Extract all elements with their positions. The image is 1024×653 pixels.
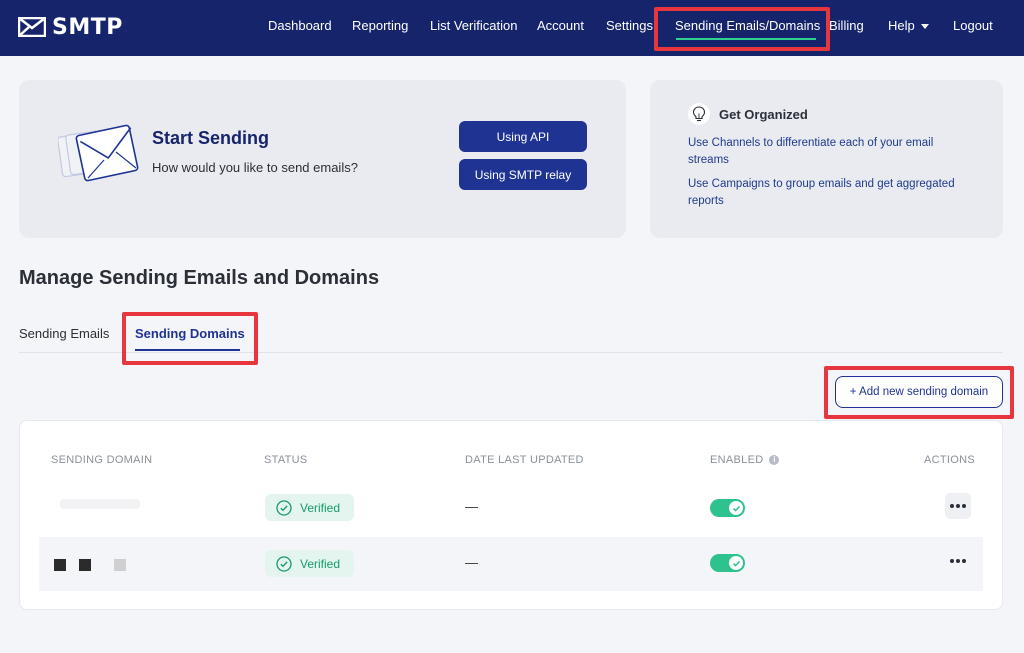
redacted-domain	[60, 499, 140, 509]
nav-list-verification[interactable]: List Verification	[430, 18, 517, 33]
nav-help-label: Help	[888, 18, 915, 33]
campaigns-link[interactable]: Use Campaigns to group emails and get ag…	[688, 176, 958, 210]
enabled-toggle[interactable]	[710, 554, 745, 572]
tab-sending-emails[interactable]: Sending Emails	[19, 326, 109, 341]
lightbulb-icon	[688, 103, 710, 125]
redacted-block	[114, 559, 126, 571]
date-last-updated: —	[465, 499, 478, 514]
header-enabled-label: ENABLED	[710, 454, 764, 466]
nav-logout[interactable]: Logout	[953, 18, 993, 33]
brand-logo[interactable]: SMTP	[18, 12, 123, 42]
highlight-tab-box	[122, 312, 258, 365]
using-smtp-relay-button[interactable]: Using SMTP relay	[459, 159, 587, 190]
date-last-updated: —	[465, 555, 478, 570]
info-icon[interactable]: i	[769, 455, 780, 466]
redacted-block	[54, 559, 66, 571]
channels-link[interactable]: Use Channels to differentiate each of yo…	[688, 135, 958, 169]
status-badge: Verified	[265, 494, 354, 521]
page-title: Manage Sending Emails and Domains	[19, 267, 380, 289]
enabled-toggle[interactable]	[710, 499, 745, 517]
table-row	[39, 537, 983, 591]
using-api-button[interactable]: Using API	[459, 121, 587, 152]
start-sending-subtitle: How would you like to send emails?	[152, 160, 358, 175]
get-organized-title: Get Organized	[719, 107, 808, 122]
nav-help[interactable]: Help	[888, 18, 929, 33]
envelopes-illustration-icon	[58, 124, 139, 182]
chevron-down-icon	[920, 24, 929, 30]
toggle-check-icon	[729, 501, 743, 515]
nav-account[interactable]: Account	[537, 18, 584, 33]
nav-billing[interactable]: Billing	[829, 18, 864, 33]
header-enabled: ENABLED i	[710, 454, 780, 466]
check-circle-icon	[276, 555, 292, 572]
status-text: Verified	[300, 500, 341, 515]
more-actions-button[interactable]	[945, 548, 971, 574]
nav-reporting[interactable]: Reporting	[352, 18, 408, 33]
header-status: STATUS	[264, 454, 308, 466]
toggle-check-icon	[729, 556, 743, 570]
brand-name: SMTP	[52, 14, 123, 40]
more-actions-button[interactable]	[945, 493, 971, 519]
header-actions: ACTIONS	[924, 454, 975, 466]
header-sending-domain: SENDING DOMAIN	[51, 454, 153, 466]
top-nav: SMTP Dashboard Reporting List Verificati…	[0, 0, 1024, 56]
highlight-add-button-box	[824, 366, 1014, 419]
envelope-logo-icon	[18, 17, 46, 37]
status-badge: Verified	[265, 550, 354, 577]
nav-dashboard[interactable]: Dashboard	[268, 18, 332, 33]
redacted-block	[79, 559, 91, 571]
status-text: Verified	[300, 556, 341, 571]
header-date-last-updated: DATE LAST UPDATED	[465, 454, 584, 466]
check-circle-icon	[276, 499, 292, 516]
nav-settings[interactable]: Settings	[606, 18, 653, 33]
start-sending-title: Start Sending	[152, 128, 270, 148]
highlight-nav-box	[654, 7, 830, 51]
